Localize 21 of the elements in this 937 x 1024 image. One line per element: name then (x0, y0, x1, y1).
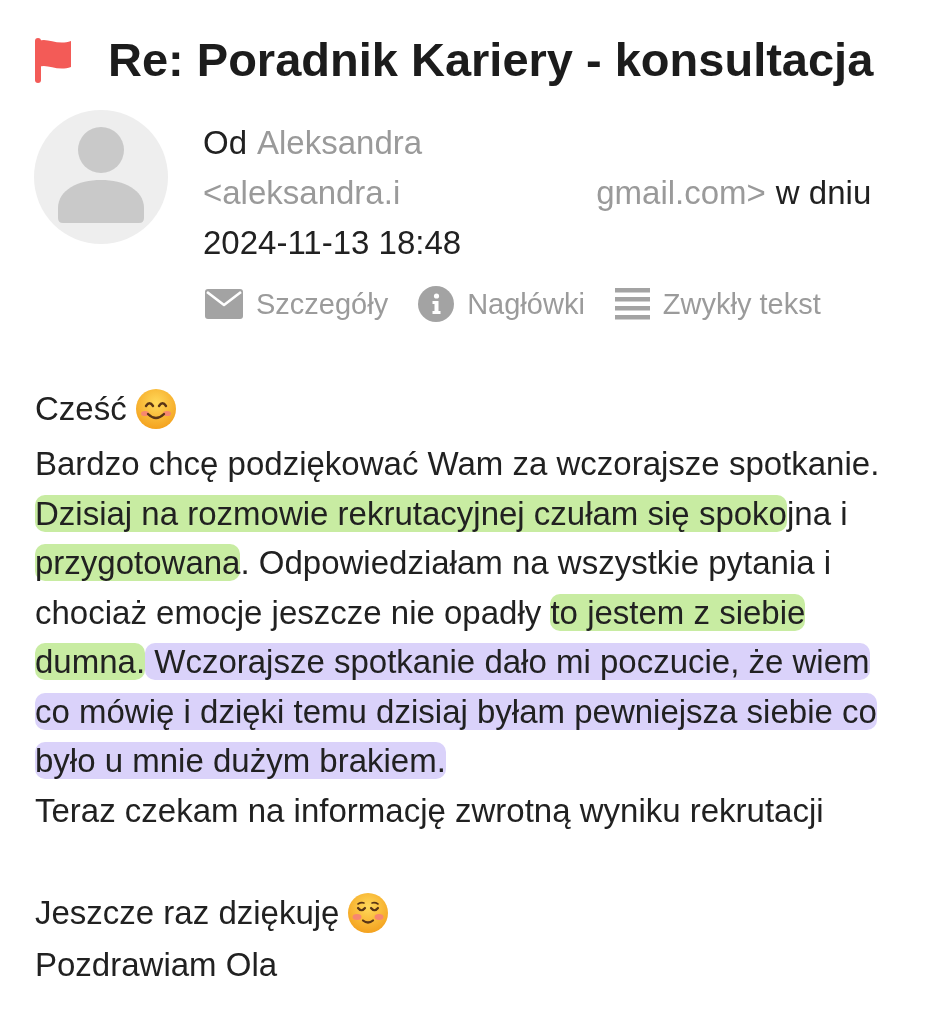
info-icon (418, 286, 455, 322)
greeting-text: Cześć (35, 389, 127, 429)
message-paragraph: Bardzo chcę podziękować Wam za wczorajsze spotkanie. Dzisiaj na rozmowie rekrutacyjnej czułam się spokojna i przygotowana. Odpowiedziałam na wszystkie pytania i chociaż emocje jeszcze nie opadły to jestem z siebie dumna. Wczorajsze spotkanie dało mi poczucie, że wiem co mówię i dzięki temu dzisiaj byłam pewniejsza siebie co było u mnie dużym brakiem. (35, 444, 881, 781)
from-label: Od (203, 123, 248, 163)
subject-title: Re: Poradnik Kariery - konsultacja (108, 32, 874, 88)
sent-date: 2024-11-13 18:48 (203, 223, 462, 263)
sender-email: gmail.com> (596, 173, 766, 213)
details-button[interactable]: Szczegóły (203, 284, 389, 324)
sender-email: <aleksandra.i (203, 173, 401, 213)
headers-button[interactable]: Nagłówki (418, 284, 585, 324)
closing-text: Pozdrawiam Ola (35, 945, 278, 985)
plain-text-button[interactable]: Zwykły tekst (614, 284, 821, 324)
date-label: w dniu (775, 173, 872, 213)
blushing-face-icon (348, 893, 389, 933)
message-paragraph: Teraz czekam na informację zwrotną wyniku rekrutacji (35, 790, 825, 831)
closing-text: Jeszcze raz dziękuję (35, 893, 340, 933)
lines-icon (614, 288, 650, 320)
envelope-icon (205, 289, 243, 319)
avatar-icon (34, 110, 168, 244)
sender-name: Aleksandra (257, 123, 423, 163)
smiling-face-icon (135, 389, 176, 429)
